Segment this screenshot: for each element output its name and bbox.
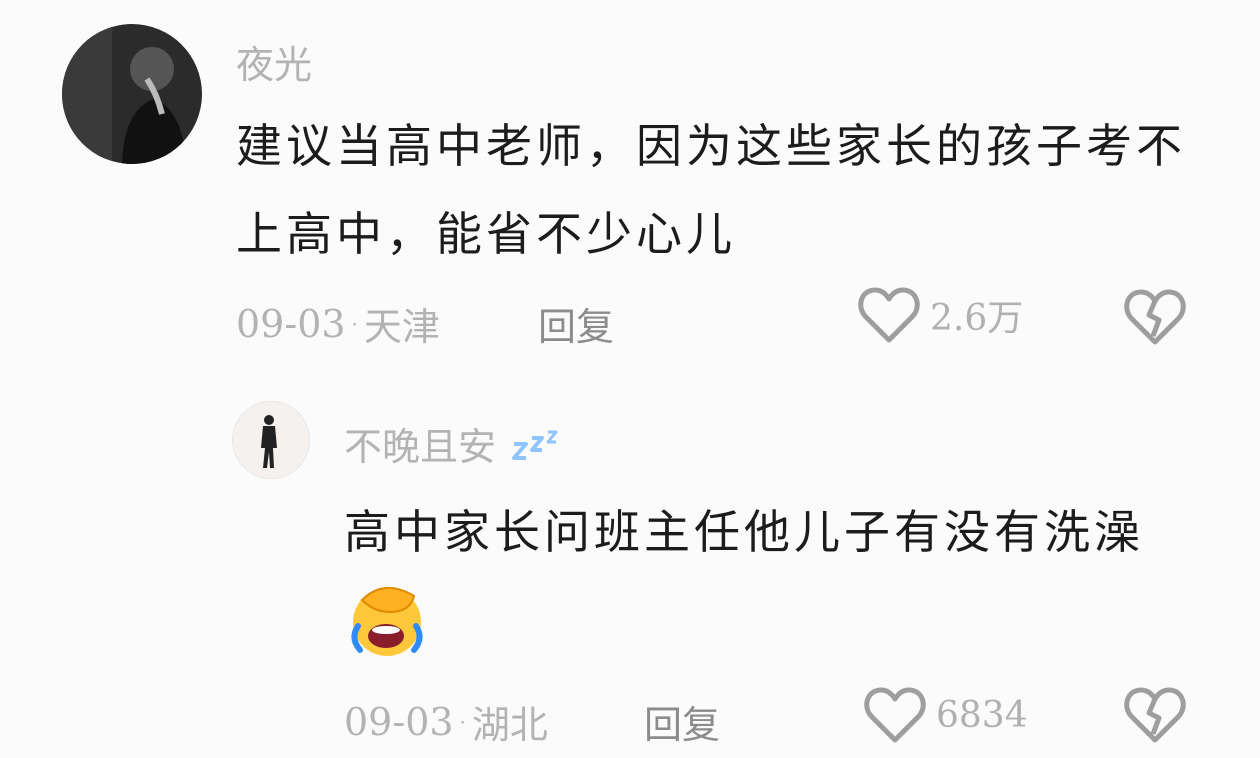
- comment-location: 天津: [363, 305, 440, 349]
- avatar[interactable]: [232, 401, 310, 479]
- username-text: 不晚且安: [344, 425, 497, 469]
- reply-button[interactable]: 回复: [644, 694, 720, 749]
- broken-heart-icon: [1124, 686, 1186, 744]
- dislike-button[interactable]: [1124, 288, 1186, 346]
- heart-icon: [858, 286, 920, 344]
- broken-heart-icon: [1124, 288, 1186, 346]
- like-count: 2.6万: [930, 298, 1024, 339]
- like-count: 6834: [936, 694, 1028, 736]
- username[interactable]: 夜光: [236, 34, 312, 89]
- separator-dot: ·: [351, 311, 358, 336]
- comment-date: 09-03: [236, 301, 346, 346]
- comment-meta: 09-03 · 湖北: [344, 694, 548, 749]
- username[interactable]: 不晚且安: [344, 416, 570, 475]
- dislike-button[interactable]: [1124, 686, 1186, 744]
- heart-icon: [864, 686, 926, 744]
- like-button[interactable]: 6834: [864, 686, 1028, 744]
- facepalm-laughing-emoji-icon: [344, 576, 430, 690]
- comment-date: 09-03: [344, 699, 454, 744]
- like-button[interactable]: 2.6万: [858, 286, 1023, 344]
- comment-location: 湖北: [471, 703, 548, 747]
- comment-text: 建议当高中老师，因为这些家长的孩子考不上高中，能省不少心儿: [236, 119, 1186, 261]
- separator-dot: ·: [459, 709, 466, 734]
- comment-text-body: 高中家长问班主任他儿子有没有洗澡: [344, 505, 1144, 559]
- comment-meta: 09-03 · 天津: [236, 296, 440, 351]
- reply-button[interactable]: 回复: [538, 296, 614, 351]
- comment-text: 高中家长问班主任他儿子有没有洗澡: [344, 488, 1204, 690]
- avatar[interactable]: [62, 24, 202, 164]
- sleep-zzz-icon: [510, 426, 570, 475]
